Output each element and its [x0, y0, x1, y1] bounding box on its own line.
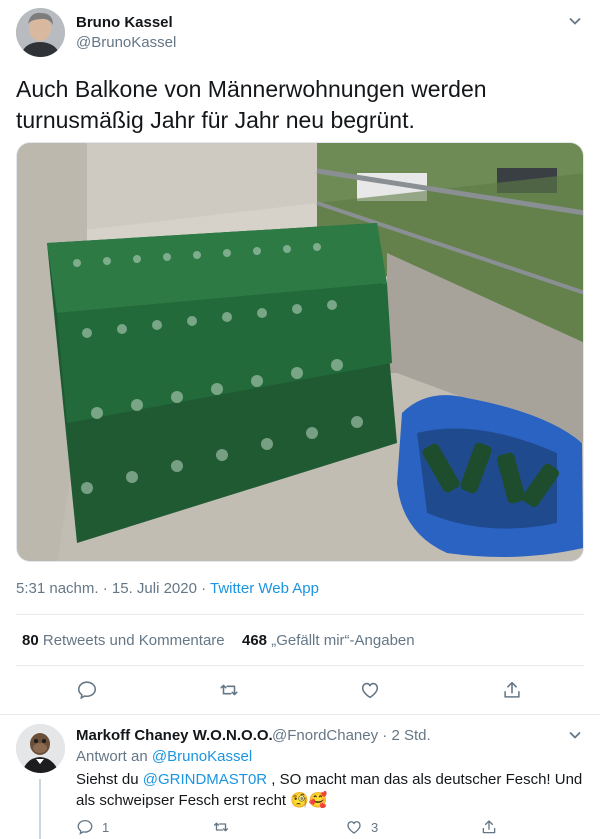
likes-count: 468 — [242, 632, 268, 649]
retweet-icon — [213, 822, 229, 832]
divider — [16, 614, 584, 615]
likes-label: „Gefällt mir“-Angaben — [271, 632, 415, 649]
reply-author-handle[interactable]: @FnordChaney · 2 Std. — [272, 727, 431, 744]
author-name[interactable]: Bruno Kassel — [76, 14, 173, 31]
reply-icon — [77, 819, 93, 835]
reply-text: Siehst du @GRINDMAST0R , SO macht man da… — [76, 769, 586, 811]
chevron-down-icon[interactable] — [568, 14, 582, 28]
share-icon — [482, 820, 496, 834]
likes-stat[interactable]: 468 „Gefällt mir“-Angaben — [242, 632, 415, 649]
reply-icon[interactable] — [76, 679, 98, 701]
reply-share-button[interactable] — [480, 818, 498, 838]
share-icon[interactable] — [501, 679, 523, 701]
reply-reply-count: 1 — [102, 819, 110, 835]
retweets-count: 80 — [22, 632, 39, 649]
reply-mention[interactable]: @GRINDMAST0R — [143, 771, 267, 788]
reply-reply-button[interactable]: 1 — [76, 818, 109, 838]
tweet-text: Auch Balkone von Männerwohnungen werden … — [16, 76, 487, 133]
reply-text-before: Siehst du — [76, 771, 143, 788]
reply-retweet-button[interactable] — [212, 818, 230, 838]
like-icon — [347, 821, 361, 834]
like-icon[interactable] — [359, 679, 381, 701]
reply-like-button[interactable]: 3 — [345, 818, 378, 838]
chevron-down-icon[interactable] — [568, 728, 582, 742]
reply-to-prefix: Antwort an — [76, 748, 152, 765]
divider — [16, 665, 584, 666]
tweet-source[interactable]: Twitter Web App — [210, 580, 319, 597]
retweet-icon[interactable] — [218, 679, 240, 701]
author-avatar[interactable] — [16, 8, 65, 57]
reply-emoji: 🧐🥰 — [290, 792, 328, 809]
reply-author-name[interactable]: Markoff Chaney W.O.N.O.O. — [76, 727, 273, 744]
main-tweet: Bruno Kassel @BrunoKassel Auch Balkone v… — [0, 0, 600, 715]
tweet-photo[interactable] — [16, 142, 584, 562]
tweet-separator — [0, 714, 600, 715]
tweet-meta: 5:31 nachm. · 15. Juli 2020 · Twitter We… — [16, 580, 319, 597]
retweets-label: Retweets und Kommentare — [42, 632, 225, 649]
reply-avatar[interactable] — [16, 724, 65, 773]
author-handle[interactable]: @BrunoKassel — [76, 34, 176, 51]
tweet-timestamp[interactable]: 5:31 nachm. · 15. Juli 2020 · — [16, 580, 210, 597]
reply-to-line: Antwort an @BrunoKassel — [76, 748, 252, 765]
reply-like-count: 3 — [371, 819, 379, 835]
reply-to-mention[interactable]: @BrunoKassel — [152, 748, 252, 765]
thread-line — [39, 779, 41, 839]
retweets-stat[interactable]: 80 Retweets und Kommentare — [22, 632, 225, 649]
